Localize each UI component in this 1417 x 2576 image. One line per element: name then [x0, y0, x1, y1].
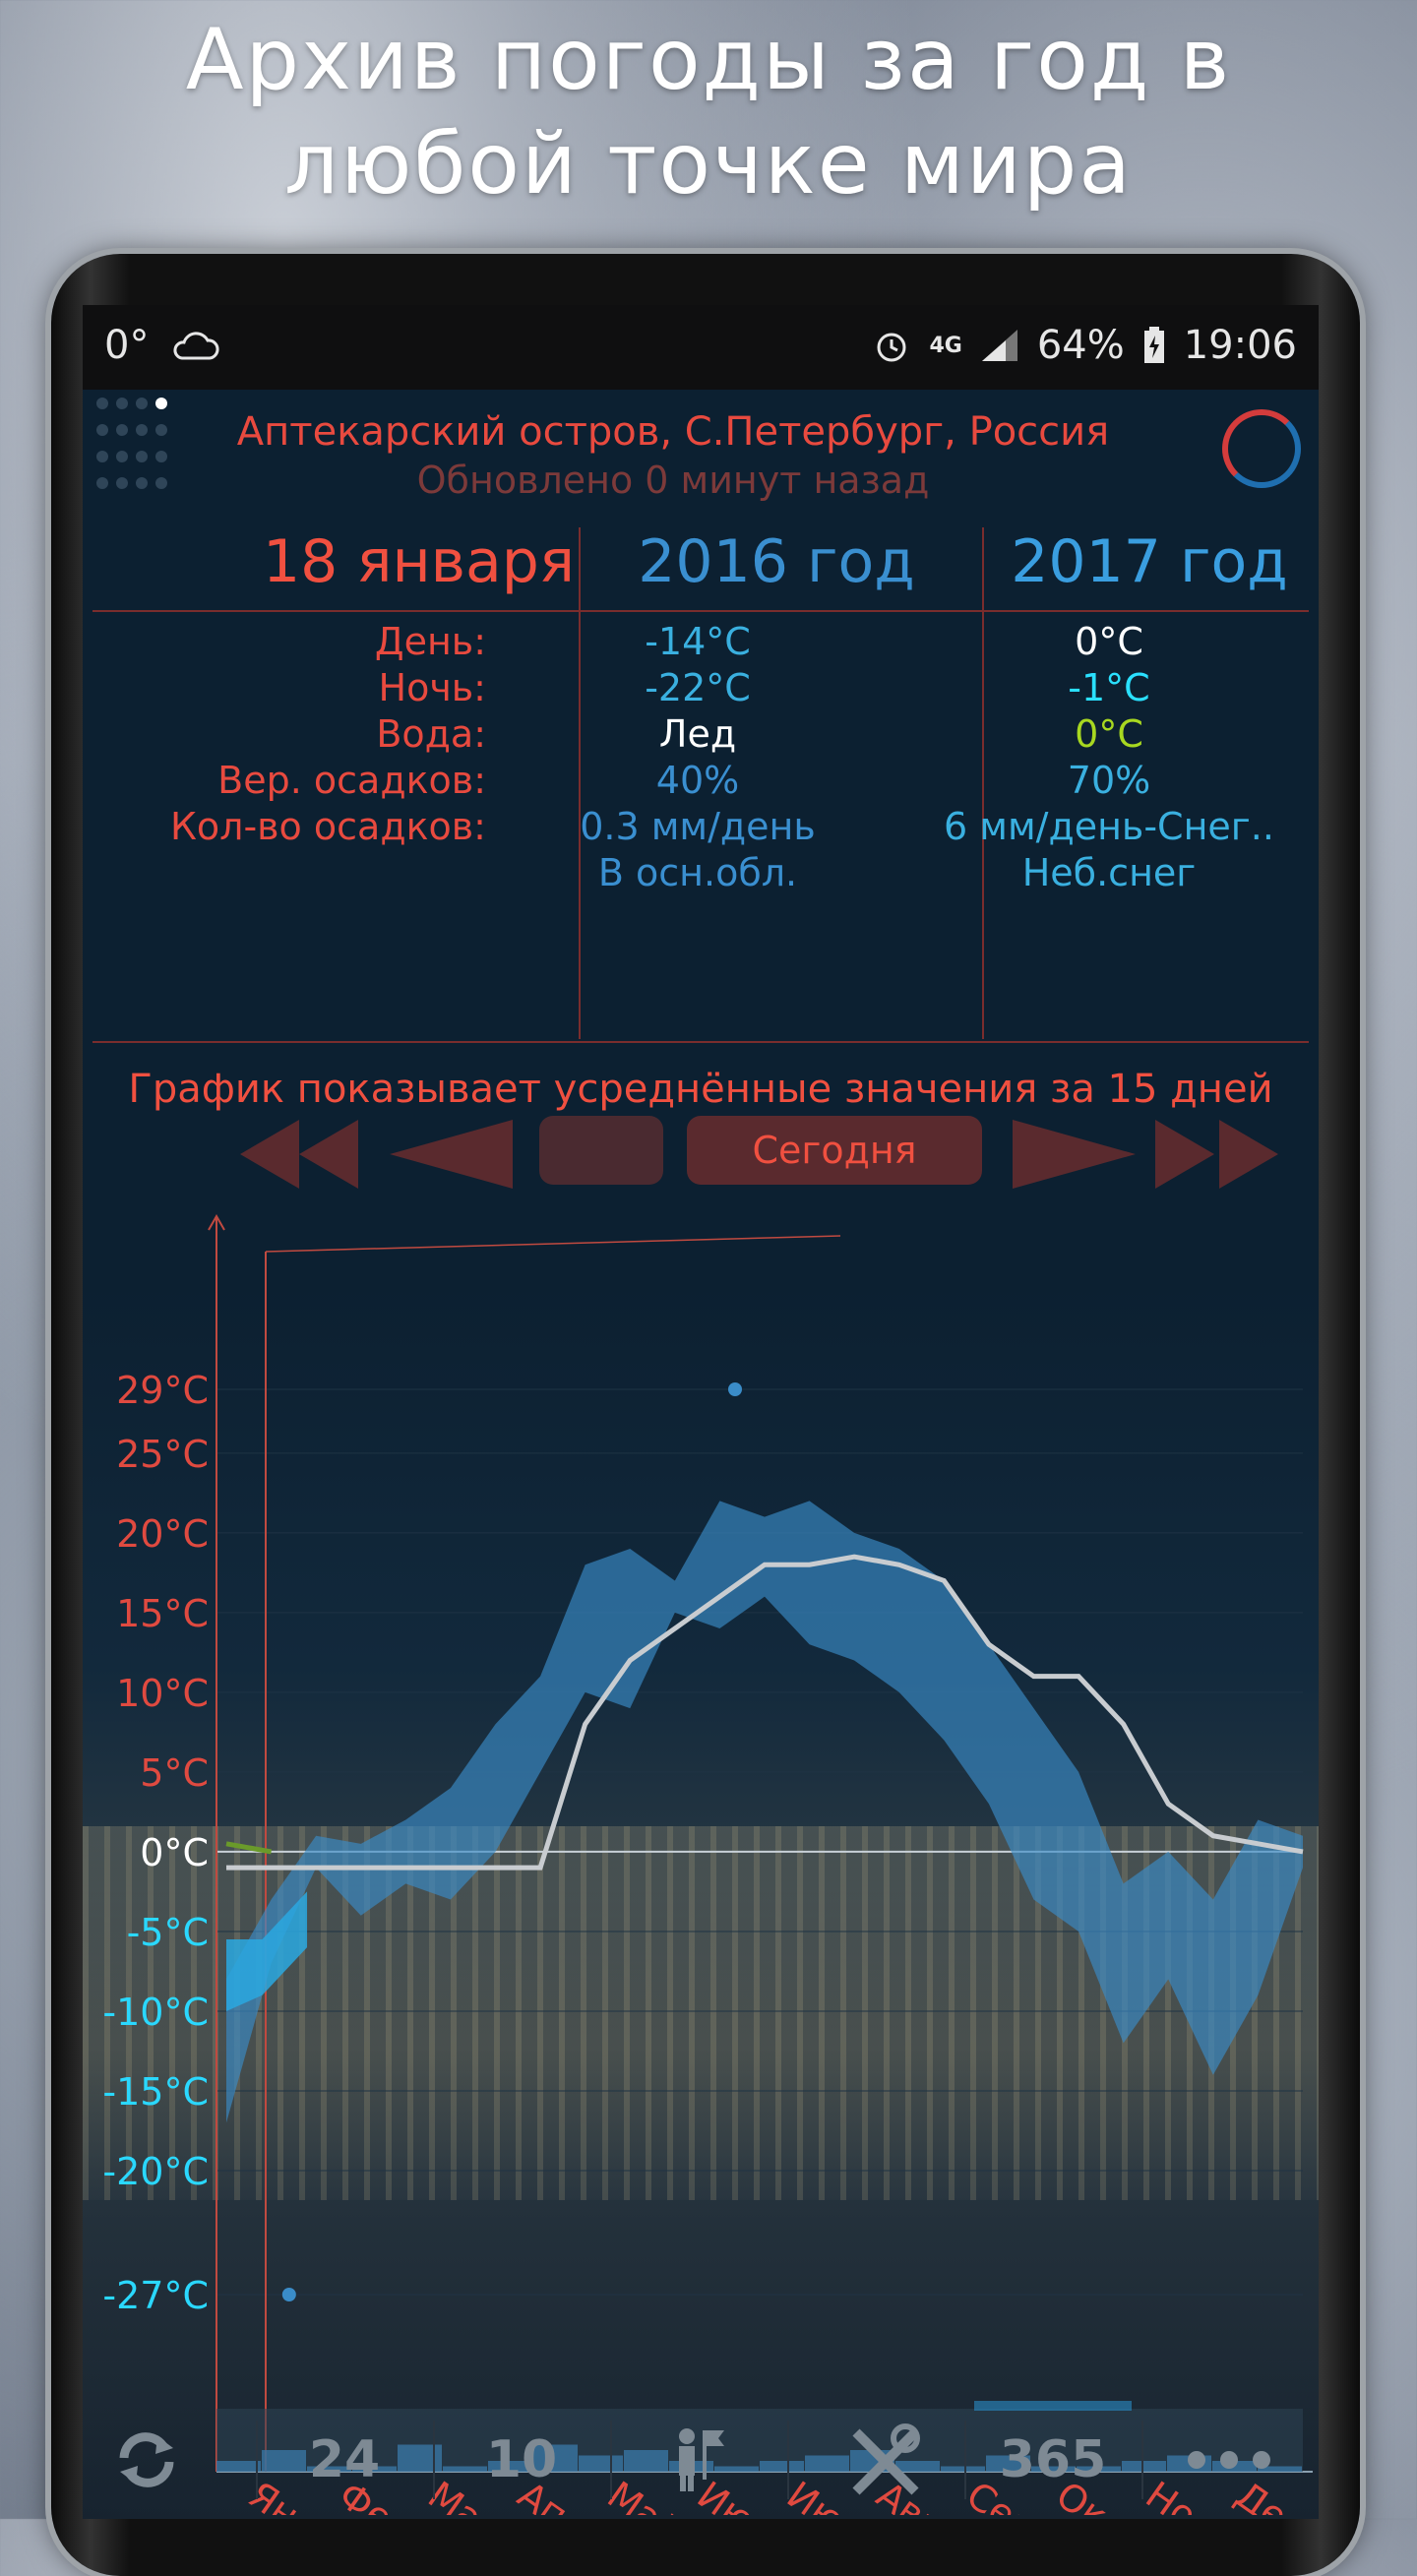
app-content: Аптекарский остров, С.Петербург, Россия …	[83, 390, 1319, 2519]
divider	[787, 2421, 789, 2499]
temperature-range-band	[226, 1501, 1303, 2123]
year-2-label[interactable]: 2017 год	[980, 527, 1319, 596]
weather-row: День: -14°C 0°C	[83, 620, 1319, 666]
fast-back-button[interactable]	[240, 1120, 368, 1189]
alarm-icon	[877, 333, 906, 362]
current-year-line	[225, 1841, 273, 1855]
divider	[92, 1041, 1309, 1043]
updated-label: Обновлено 0 минут назад	[416, 459, 930, 502]
bottom-toolbar: 24 10 365	[83, 2401, 1319, 2519]
year-1-label[interactable]: 2016 год	[575, 527, 978, 596]
divider	[610, 2421, 612, 2499]
chart-note: График показывает усреднённые значения з…	[128, 1067, 1273, 1112]
row-label: День:	[374, 620, 486, 663]
weather-row: В осн.обл. Неб.снег	[83, 851, 1319, 897]
menu-icon[interactable]	[96, 398, 175, 496]
battery-percent: 64%	[1036, 323, 1125, 368]
tab-365-days[interactable]: 365	[964, 2401, 1141, 2519]
y-tick-label: 29°C	[116, 1369, 209, 1412]
tab-10-days[interactable]: 10	[433, 2401, 610, 2519]
promo-headline: Архив погоды за год в любой точке мира	[0, 8, 1417, 216]
row-label: Вер. осадков:	[217, 759, 486, 802]
row-value-year-2: 0°C	[1075, 712, 1143, 756]
y-tick-label: 15°C	[116, 1592, 209, 1635]
y-tick-label: -20°C	[102, 2150, 209, 2193]
location-title[interactable]: Аптекарский остров, С.Петербург, Россия	[181, 409, 1165, 455]
status-bar: 0° 4G 64% 19:06	[83, 305, 1319, 390]
row-value-year-1: Лед	[658, 712, 737, 756]
battery-icon	[1143, 327, 1164, 363]
weather-row: Ночь: -22°C -1°C	[83, 666, 1319, 712]
clock: 19:06	[1183, 323, 1297, 368]
y-tick-label: 10°C	[116, 1672, 209, 1715]
row-value-year-2: Неб.снег	[1021, 851, 1197, 894]
min-temperature-point	[281, 2288, 296, 2301]
row-label: Кол-во осадков:	[169, 805, 486, 848]
sync-icon[interactable]	[112, 2428, 181, 2491]
selected-date[interactable]: 18 января	[171, 527, 575, 596]
average-temperature-line	[226, 1554, 1304, 1871]
y-tick-label: 5°C	[140, 1751, 209, 1795]
y-tick-label: -27°C	[102, 2274, 209, 2317]
date-picker-button[interactable]	[539, 1116, 663, 1185]
y-tick-label: -10°C	[102, 1991, 209, 2034]
status-temp: 0°	[104, 323, 150, 368]
headline-line-2: любой точке мира	[283, 115, 1134, 214]
compare-header: 18 января 2016 год 2017 год	[83, 527, 1319, 600]
y-tick-label: 0°C	[140, 1831, 209, 1874]
row-value-year-1: 0.3 мм/день	[580, 805, 816, 848]
back-button[interactable]	[390, 1120, 518, 1189]
temperature-chart[interactable]: 29°C 25°C 20°C 15°C 10°C 5°C 0°C -5°C -10°C -15°C…	[83, 1196, 1319, 2515]
weather-row: Вода: Лед 0°C	[83, 712, 1319, 759]
y-tick-label: 25°C	[116, 1433, 209, 1476]
signal-icon	[981, 330, 1017, 361]
row-value-year-1: -22°C	[645, 666, 751, 709]
fast-forward-button[interactable]	[1155, 1120, 1283, 1189]
today-button[interactable]: Сегодня	[687, 1116, 982, 1185]
y-tick-label: 20°C	[116, 1512, 209, 1556]
weather-row: Вер. осадков: 40% 70%	[83, 759, 1319, 805]
phone-screen: 0° 4G 64% 19:06 Аптекарский остров, С.Пе…	[83, 305, 1319, 2519]
headline-line-1: Архив погоды за год в	[185, 11, 1232, 109]
row-value-year-2: 70%	[1067, 759, 1151, 802]
row-value-year-2: 0°C	[1075, 620, 1143, 663]
row-label: Ночь:	[378, 666, 486, 709]
forward-button[interactable]	[1008, 1120, 1136, 1189]
tab-24-hours[interactable]: 24	[256, 2401, 433, 2519]
max-temperature-point	[728, 1382, 742, 1396]
more-icon[interactable]	[1185, 2448, 1273, 2472]
divider	[1141, 2421, 1143, 2499]
y-tick-label: -5°C	[127, 1911, 209, 1954]
selected-day-connector	[265, 1235, 841, 1253]
weather-row: Кол-во осадков: 0.3 мм/день 6 мм/день-Снег…	[83, 805, 1319, 851]
row-label: Вода:	[376, 712, 486, 756]
divider	[92, 610, 1309, 612]
person-flag-icon[interactable]	[669, 2424, 728, 2493]
network-type: 4G	[929, 333, 962, 358]
row-value-year-1: 40%	[655, 759, 740, 802]
y-tick-label: -15°C	[102, 2070, 209, 2114]
row-value-year-1: В осн.обл.	[597, 851, 798, 894]
cloud-icon	[173, 332, 219, 360]
row-value-year-2: 6 мм/день-Снег..	[944, 805, 1274, 848]
row-value-year-1: -14°C	[645, 620, 751, 663]
row-value-year-2: -1°C	[1068, 666, 1150, 709]
refresh-ring-icon[interactable]	[1222, 409, 1301, 488]
crossed-tools-icon[interactable]	[846, 2423, 925, 2497]
